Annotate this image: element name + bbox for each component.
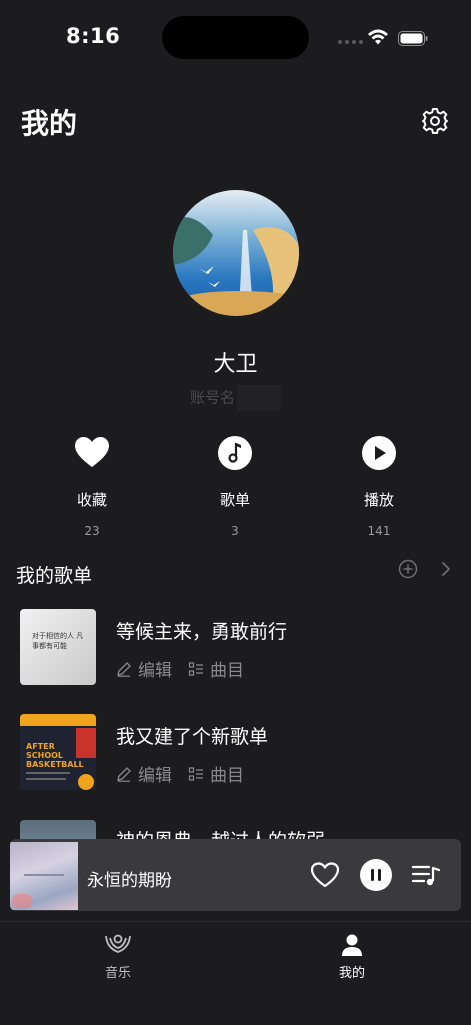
edit-label: 编辑 — [138, 661, 172, 681]
pencil-icon — [117, 766, 131, 782]
signal-icon — [338, 40, 363, 44]
status-time: 8:16 — [66, 24, 121, 48]
cover-text: AFTER SCHOOL BASKETBALL — [26, 742, 84, 769]
playlist-cover[interactable]: 对于相信的人 凡事都有可能 — [20, 609, 96, 685]
gear-icon[interactable] — [420, 106, 450, 136]
player-cover[interactable] — [10, 842, 78, 910]
tracks-label: 曲目 — [210, 661, 244, 681]
section-title: 我的歌单 — [16, 565, 93, 587]
stat-plays[interactable]: 播放 141 — [329, 435, 429, 538]
tracks-button[interactable]: 曲目 — [188, 761, 244, 786]
edit-button[interactable]: 编辑 — [116, 656, 172, 681]
stat-label: 收藏 — [76, 491, 107, 509]
edit-button[interactable]: 编辑 — [116, 761, 172, 786]
battery-icon — [398, 31, 428, 46]
page-title: 我的 — [21, 107, 78, 140]
list-icon — [188, 661, 203, 676]
playlist-queue-icon[interactable] — [411, 863, 441, 889]
stat-count: 23 — [84, 524, 100, 538]
heart-outline-icon[interactable] — [310, 861, 340, 889]
tracks-button[interactable]: 曲目 — [188, 656, 244, 681]
tracks-label: 曲目 — [210, 766, 244, 786]
pause-icon[interactable] — [360, 859, 392, 891]
stat-label: 播放 — [363, 491, 394, 509]
add-playlist-icon[interactable] — [398, 559, 418, 579]
person-icon — [342, 934, 362, 956]
cover-text: 对于相信的人 凡事都有可能 — [32, 632, 84, 650]
play-icon — [362, 436, 396, 470]
mini-player[interactable]: 永恒的期盼 — [10, 839, 461, 911]
account-mask — [237, 385, 281, 411]
stat-playlists[interactable]: 歌单 3 — [185, 435, 285, 538]
tab-label: 我的 — [338, 966, 365, 981]
stat-count: 3 — [231, 524, 239, 538]
pencil-icon — [117, 661, 131, 677]
account-name: 账号名 — [0, 385, 471, 411]
playlist-name[interactable]: 等候主来，勇敢前行 — [116, 617, 287, 644]
stat-count: 141 — [367, 524, 391, 538]
edit-label: 编辑 — [138, 766, 172, 786]
tab-music[interactable]: 音乐 — [78, 932, 158, 981]
music-hands-icon — [105, 934, 131, 953]
avatar[interactable] — [173, 190, 299, 316]
playlist-cover[interactable]: AFTER SCHOOL BASKETBALL — [20, 714, 96, 790]
music-note-icon — [218, 436, 252, 470]
list-icon — [188, 766, 203, 781]
heart-icon — [75, 437, 109, 467]
stat-label: 歌单 — [219, 491, 250, 509]
username: 大卫 — [213, 352, 258, 377]
playlist-name[interactable]: 我又建了个新歌单 — [116, 722, 268, 749]
tab-bar: 音乐 我的 — [0, 921, 471, 1025]
chevron-right-icon[interactable] — [438, 560, 454, 578]
tab-label: 音乐 — [104, 966, 131, 981]
tab-mine[interactable]: 我的 — [312, 932, 392, 981]
player-title: 永恒的期盼 — [87, 871, 172, 891]
stat-favorites[interactable]: 收藏 23 — [42, 435, 142, 538]
dynamic-island — [162, 16, 309, 59]
account-label: 账号名 — [189, 388, 235, 407]
wifi-icon — [368, 29, 388, 45]
